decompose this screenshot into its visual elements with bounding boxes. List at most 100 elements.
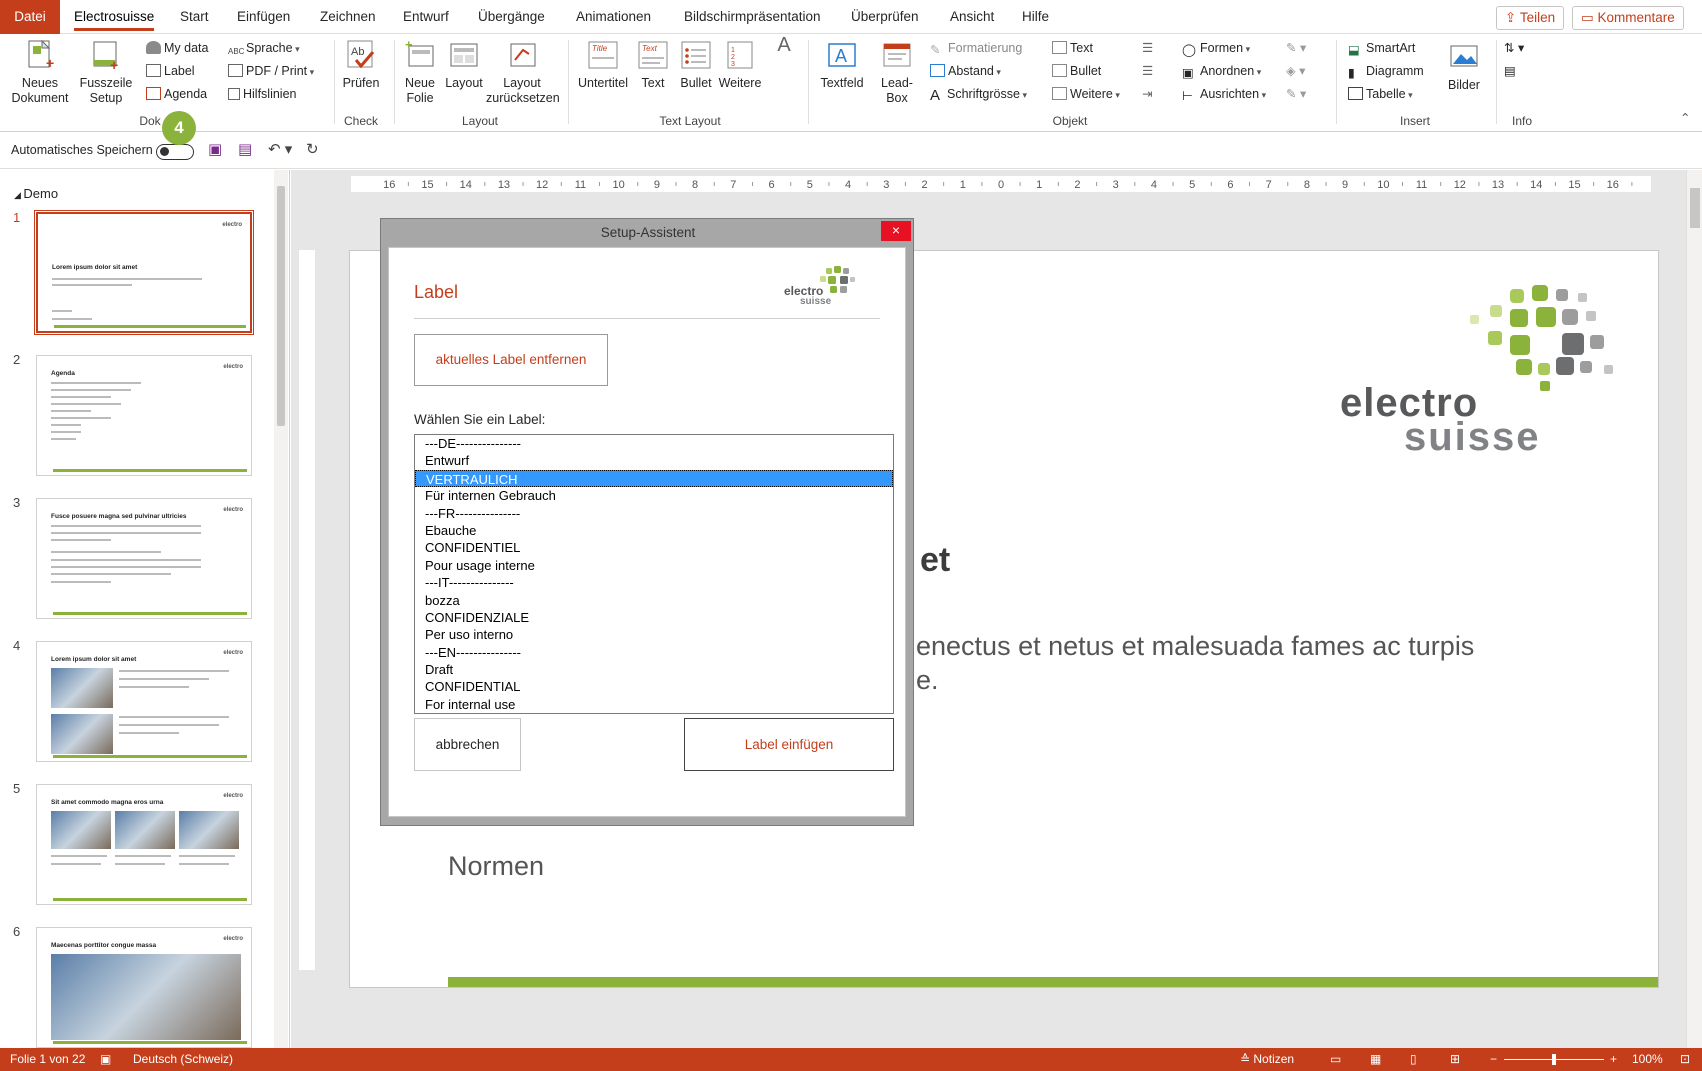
zoom-level[interactable]: 100% bbox=[1632, 1048, 1663, 1071]
accessibility-icon[interactable]: ▣ bbox=[100, 1048, 111, 1071]
table-dropdown[interactable]: Tabelle bbox=[1348, 86, 1413, 103]
insert-label-button[interactable]: Label einfügen bbox=[684, 718, 894, 771]
info-document-icon[interactable]: ▤ bbox=[1504, 63, 1516, 79]
slide-thumbnail-2[interactable]: electro Agenda bbox=[36, 355, 252, 476]
tab-view[interactable]: Ansicht bbox=[950, 0, 994, 34]
tab-help[interactable]: Hilfe bbox=[1022, 0, 1049, 34]
object-bullet-button[interactable]: Bullet bbox=[1052, 63, 1101, 79]
save-as-icon[interactable]: ▤ bbox=[238, 142, 252, 158]
label-option[interactable]: Per uso interno bbox=[415, 626, 893, 643]
label-button[interactable]: Label bbox=[146, 63, 195, 79]
tab-draw[interactable]: Zeichnen bbox=[320, 0, 376, 34]
pdf-print-dropdown[interactable]: PDF / Print bbox=[228, 63, 314, 80]
label-option[interactable]: ---FR--------------- bbox=[415, 505, 893, 522]
align-dropdown[interactable]: ⊢ Ausrichten bbox=[1182, 86, 1266, 103]
reset-layout-button[interactable]: Layout zurücksetzen bbox=[486, 38, 560, 106]
guides-checkbox[interactable]: Hilfslinien bbox=[228, 86, 297, 102]
shapes-dropdown[interactable]: ◯ Formen bbox=[1182, 40, 1250, 57]
tab-review[interactable]: Überprüfen bbox=[851, 0, 919, 34]
cancel-button[interactable]: abbrechen bbox=[414, 718, 521, 771]
bullet-layout-button[interactable]: Bullet bbox=[676, 38, 716, 91]
layout-button[interactable]: Layout bbox=[444, 38, 484, 91]
lead-box-button[interactable]: Lead-Box bbox=[876, 38, 918, 106]
new-document-button[interactable]: + Neues Dokument bbox=[8, 38, 72, 106]
label-option[interactable]: ---DE--------------- bbox=[415, 435, 893, 452]
notes-button[interactable]: ≙ Notizen bbox=[1240, 1048, 1294, 1071]
font-icon[interactable]: A bbox=[774, 35, 794, 55]
slide-thumbnail-6[interactable]: electro Maecenas porttitor congue massa bbox=[36, 927, 252, 1048]
label-option[interactable]: Draft bbox=[415, 661, 893, 678]
label-option[interactable]: VERTRAULICH bbox=[415, 469, 893, 488]
section-demo[interactable]: ◢ Demo bbox=[14, 186, 58, 201]
label-option[interactable]: Pour usage interne bbox=[415, 557, 893, 574]
tab-animations[interactable]: Animationen bbox=[576, 0, 651, 34]
footer-setup-button[interactable]: + Fusszeile Setup bbox=[76, 38, 136, 106]
collapse-ribbon-icon[interactable]: ⌃ bbox=[1680, 110, 1690, 126]
chart-button[interactable]: ▮ Diagramm bbox=[1348, 63, 1424, 80]
smartart-button[interactable]: ⬓ SmartArt bbox=[1348, 40, 1415, 57]
tab-design[interactable]: Entwurf bbox=[403, 0, 449, 34]
label-option[interactable]: Ebauche bbox=[415, 522, 893, 539]
slide-subtitle[interactable]: enectus et netus et malesuada fames ac t… bbox=[916, 629, 1474, 697]
tab-file[interactable]: Datei bbox=[0, 0, 60, 34]
slide-thumbnail-5[interactable]: electro Sit amet commodo magna eros urna bbox=[36, 784, 252, 905]
label-option[interactable]: ---IT--------------- bbox=[415, 574, 893, 591]
label-option[interactable]: ---EN--------------- bbox=[415, 644, 893, 661]
font-size-dropdown[interactable]: A Schriftgrösse bbox=[930, 86, 1027, 104]
check-button[interactable]: Ab Prüfen bbox=[338, 38, 384, 91]
align-center-icon[interactable]: ☰ bbox=[1142, 63, 1153, 79]
label-option[interactable]: bozza bbox=[415, 592, 893, 609]
zoom-slider-thumb[interactable] bbox=[1552, 1054, 1556, 1065]
new-slide-button[interactable]: + Neue Folie bbox=[400, 38, 440, 106]
comments-button[interactable]: ▭ Kommentare bbox=[1572, 6, 1684, 30]
slide-title[interactable]: et bbox=[920, 541, 950, 580]
more-layouts-dropdown[interactable]: 123 Weitere bbox=[718, 38, 762, 91]
tab-electrosuisse[interactable]: Electrosuisse bbox=[74, 0, 155, 34]
slide-footer-text[interactable]: Normen bbox=[448, 851, 544, 882]
tab-transitions[interactable]: Übergänge bbox=[478, 0, 545, 34]
undo-icon[interactable]: ↶ ▾ bbox=[268, 142, 292, 158]
slide-thumbnail-1[interactable]: electro Lorem ipsum dolor sit amet bbox=[34, 210, 254, 335]
save-icon[interactable]: ▣ bbox=[208, 142, 222, 158]
label-option[interactable]: For internal use bbox=[415, 696, 893, 713]
agenda-button[interactable]: Agenda bbox=[146, 86, 207, 102]
normal-view-icon[interactable]: ▭ bbox=[1330, 1048, 1341, 1071]
textbox-button[interactable]: A Textfeld bbox=[816, 38, 868, 91]
language-status[interactable]: Deutsch (Schweiz) bbox=[133, 1048, 233, 1071]
scroll-thumb[interactable] bbox=[1690, 188, 1700, 228]
remove-label-button[interactable]: aktuelles Label entfernen bbox=[414, 334, 608, 386]
shape-fill-icon[interactable]: ◈ ▾ bbox=[1286, 63, 1305, 79]
tab-insert[interactable]: Einfügen bbox=[237, 0, 290, 34]
shape-effects-icon[interactable]: ✎ ▾ bbox=[1286, 86, 1306, 102]
label-option[interactable]: CONFIDENZIALE bbox=[415, 609, 893, 626]
text-layout-button[interactable]: Text Text bbox=[634, 38, 672, 91]
info-sort-icon[interactable]: ⇅ ▾ bbox=[1504, 40, 1524, 56]
subtitle-button[interactable]: Title Untertitel bbox=[574, 38, 632, 91]
close-button[interactable]: × bbox=[881, 221, 911, 241]
share-button[interactable]: ⇪ Teilen bbox=[1496, 6, 1565, 30]
label-option[interactable]: CONFIDENTIAL bbox=[415, 678, 893, 695]
formatting-button[interactable]: ✎ Formatierung bbox=[930, 40, 1022, 57]
thumbnail-scrollbar[interactable] bbox=[274, 170, 288, 1048]
slideshow-icon[interactable]: ⊞ bbox=[1450, 1048, 1460, 1071]
object-text-button[interactable]: Text bbox=[1052, 40, 1093, 56]
label-option[interactable]: CONFIDENTIEL bbox=[415, 539, 893, 556]
object-more-dropdown[interactable]: Weitere bbox=[1052, 86, 1120, 103]
scroll-thumb[interactable] bbox=[277, 186, 285, 426]
label-option[interactable]: Für internen Gebrauch bbox=[415, 487, 893, 504]
indent-icon[interactable]: ⇥ bbox=[1142, 86, 1152, 102]
language-dropdown[interactable]: ABC Sprache bbox=[228, 40, 300, 57]
slide-thumbnail-3[interactable]: electro Fusce posuere magna sed pulvinar… bbox=[36, 498, 252, 619]
fit-slide-icon[interactable]: ⊡ bbox=[1680, 1048, 1690, 1071]
align-left-icon[interactable]: ☰ bbox=[1142, 40, 1153, 56]
redo-icon[interactable]: ↻ bbox=[306, 142, 319, 158]
editor-scrollbar[interactable] bbox=[1686, 170, 1702, 1048]
arrange-dropdown[interactable]: ▣ Anordnen bbox=[1182, 63, 1261, 80]
spacing-dropdown[interactable]: Abstand bbox=[930, 63, 1001, 80]
shape-outline-icon[interactable]: ✎ ▾ bbox=[1286, 40, 1306, 56]
label-listbox[interactable]: ---DE--------------- Entwurf VERTRAULICH Fü… bbox=[414, 434, 894, 714]
autosave-toggle[interactable] bbox=[156, 144, 194, 160]
zoom-out-icon[interactable]: − bbox=[1490, 1048, 1497, 1071]
my-data-button[interactable]: My data bbox=[146, 40, 208, 56]
tab-start[interactable]: Start bbox=[180, 0, 209, 34]
